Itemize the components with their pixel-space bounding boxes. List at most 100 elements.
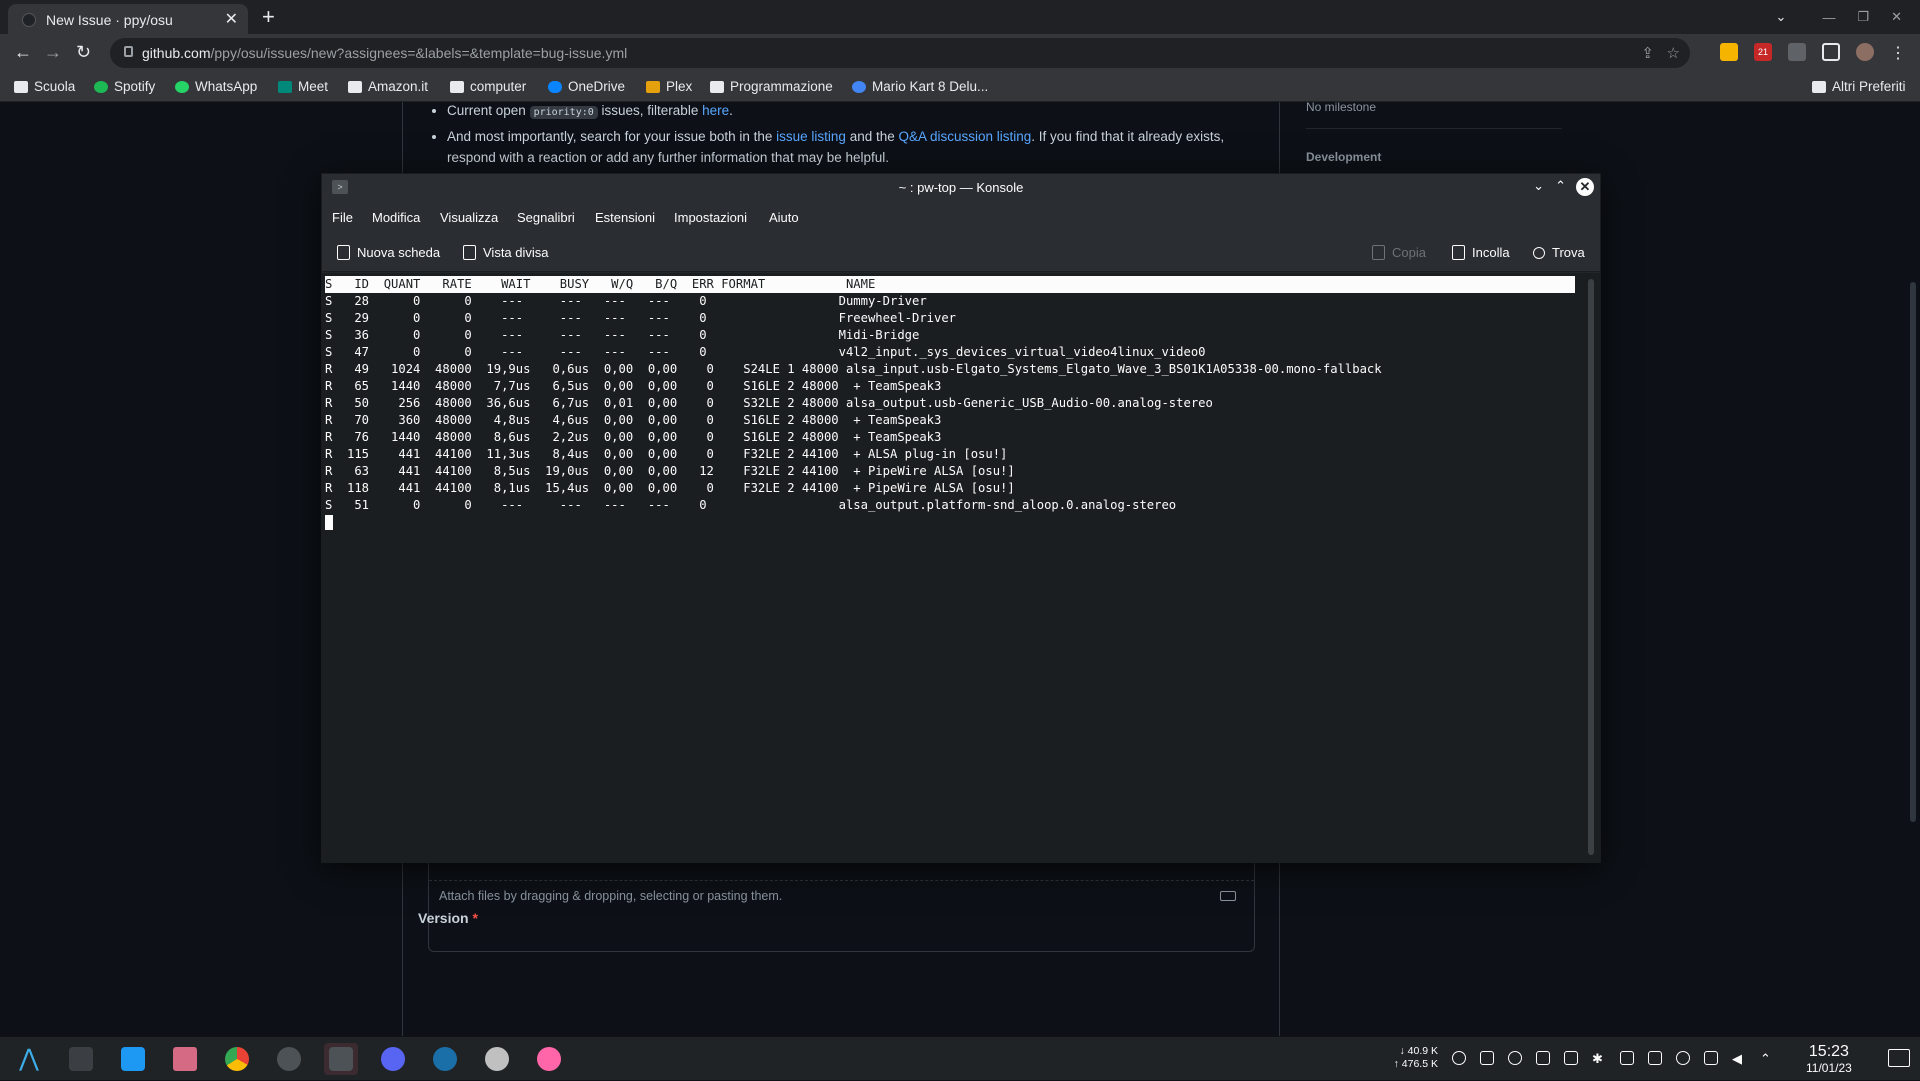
- priority-label-code: priority:0: [529, 106, 598, 119]
- tab-close-icon[interactable]: ✕: [225, 9, 238, 29]
- extensions-puzzle-icon[interactable]: [1788, 43, 1806, 61]
- menu-impostazioni[interactable]: Impostazioni: [674, 210, 747, 225]
- task-chrome[interactable]: [220, 1043, 254, 1075]
- restore-icon[interactable]: ❐: [1857, 9, 1869, 25]
- docker-icon[interactable]: [1536, 1051, 1550, 1065]
- split-view-button[interactable]: Vista divisa: [463, 245, 549, 260]
- storage-icon[interactable]: [1564, 1051, 1578, 1065]
- bookmarks-bar: Scuola Spotify WhatsApp Meet Amazon.it c…: [0, 72, 1920, 102]
- pw-top-header: S ID QUANT RATE WAIT BUSY W/Q B/Q ERR FO…: [325, 276, 1575, 293]
- bookmark-whatsapp[interactable]: WhatsApp: [175, 79, 257, 94]
- bookmark-mario-kart[interactable]: Mario Kart 8 Delu...: [852, 79, 988, 94]
- profile-avatar[interactable]: [1856, 43, 1874, 61]
- task-konsole[interactable]: [324, 1043, 358, 1075]
- folder-icon: [710, 80, 724, 93]
- issue-listing-link[interactable]: issue listing: [776, 129, 846, 144]
- new-tab-button[interactable]: Nuova scheda: [337, 245, 440, 260]
- menu-aiuto[interactable]: Aiuto: [769, 210, 799, 225]
- filter-link[interactable]: here: [702, 103, 729, 118]
- bookmark-star-icon[interactable]: ☆: [1667, 44, 1680, 62]
- network-icon[interactable]: [1704, 1051, 1718, 1065]
- terminal-cursor: [325, 515, 333, 530]
- forward-icon[interactable]: →: [44, 42, 62, 63]
- terminal-view[interactable]: S ID QUANT RATE WAIT BUSY W/Q B/Q ERR FO…: [322, 273, 1600, 863]
- task-vm[interactable]: [480, 1043, 514, 1075]
- address-bar[interactable]: github.com/ppy/osu/issues/new?assignees=…: [110, 38, 1690, 68]
- find-button[interactable]: Trova: [1533, 245, 1585, 260]
- bookmark-programmazione[interactable]: Programmazione: [710, 79, 833, 94]
- network-speed: ↓ 40.9 K ↑ 476.5 K: [1378, 1045, 1438, 1071]
- minimize-icon[interactable]: —: [1822, 10, 1835, 25]
- extension-badge-icon[interactable]: 21: [1754, 43, 1772, 61]
- minimize-icon[interactable]: ⌄: [1533, 178, 1544, 194]
- onedrive-icon: [548, 80, 562, 93]
- bookmark-amazon[interactable]: Amazon.it: [348, 79, 428, 94]
- meet-icon: [278, 80, 292, 93]
- phone-icon[interactable]: [1648, 1051, 1662, 1065]
- battery-icon[interactable]: [1620, 1051, 1634, 1065]
- extension-icon[interactable]: [1720, 43, 1738, 61]
- development-heading[interactable]: Development: [1306, 150, 1381, 164]
- volume-icon[interactable]: ◀: [1732, 1051, 1746, 1066]
- bookmark-spotify[interactable]: Spotify: [94, 79, 155, 94]
- terminal-row: S 51 0 0 --- --- --- --- 0 alsa_output.p…: [325, 498, 1177, 512]
- page-scrollbar[interactable]: [1906, 102, 1920, 1036]
- konsole-window: > ~ : pw-top — Konsole ⌄ ⌃ ✕ File Modifi…: [321, 173, 1601, 863]
- terminal-scrollbar[interactable]: [1588, 279, 1594, 855]
- maximize-icon[interactable]: ⌃: [1555, 178, 1566, 194]
- bookmark-altri-preferiti[interactable]: Altri Preferiti: [1812, 79, 1906, 94]
- konsole-titlebar[interactable]: > ~ : pw-top — Konsole ⌄ ⌃ ✕: [322, 174, 1600, 202]
- menu-segnalibri[interactable]: Segnalibri: [517, 210, 575, 225]
- browser-tabstrip: New Issue · ppy/osu ✕ + ⌄ — ❐ ✕: [0, 0, 1920, 34]
- bookmark-meet[interactable]: Meet: [278, 79, 328, 94]
- konsole-icon: [329, 1047, 353, 1071]
- site-icon: [852, 80, 866, 93]
- settings-icon: [69, 1047, 93, 1071]
- back-icon[interactable]: ←: [14, 42, 32, 63]
- task-discord[interactable]: [376, 1043, 410, 1075]
- show-desktop-icon[interactable]: [1888, 1049, 1910, 1067]
- app-launcher[interactable]: ⋀: [12, 1043, 46, 1075]
- clock[interactable]: 15:23 11/01/23: [1806, 1043, 1852, 1075]
- bluetooth-icon[interactable]: ✱: [1592, 1051, 1606, 1066]
- close-window-icon[interactable]: ✕: [1891, 9, 1902, 25]
- menu-file[interactable]: File: [332, 210, 353, 225]
- notifications-icon[interactable]: [1452, 1051, 1466, 1065]
- paste-button[interactable]: Incolla: [1452, 245, 1510, 260]
- task-store[interactable]: [116, 1043, 150, 1075]
- lock-icon[interactable]: [124, 46, 133, 57]
- terminal-row: R 49 1024 48000 19,9us 0,6us 0,00 0,00 0…: [325, 362, 1382, 376]
- menu-modifica[interactable]: Modifica: [372, 210, 420, 225]
- bookmark-scuola[interactable]: Scuola: [14, 79, 75, 94]
- bookmark-onedrive[interactable]: OneDrive: [548, 79, 625, 94]
- microphone-icon[interactable]: [1676, 1051, 1690, 1065]
- tab-search-icon[interactable]: ⌄: [1776, 9, 1787, 25]
- attach-files-hint[interactable]: Attach files by dragging & dropping, sel…: [439, 889, 782, 903]
- menu-kebab-icon[interactable]: ⋮: [1890, 43, 1906, 62]
- spotify-icon: [94, 80, 108, 93]
- menu-estensioni[interactable]: Estensioni: [595, 210, 655, 225]
- browser-tab-active[interactable]: New Issue · ppy/osu ✕: [8, 4, 248, 34]
- scrollbar-thumb[interactable]: [1910, 282, 1916, 822]
- bookmark-computer[interactable]: computer: [450, 79, 526, 94]
- share-icon[interactable]: ⇪: [1641, 44, 1654, 62]
- task-files[interactable]: [168, 1043, 202, 1075]
- side-panel-icon[interactable]: [1822, 43, 1840, 61]
- task-system-settings[interactable]: [64, 1043, 98, 1075]
- new-tab-button[interactable]: +: [262, 4, 275, 30]
- close-icon[interactable]: ✕: [1576, 178, 1594, 196]
- copy-button[interactable]: Copia: [1372, 245, 1426, 260]
- tray-expand-icon[interactable]: ⌃: [1760, 1051, 1774, 1066]
- steam-tray-icon[interactable]: [1508, 1051, 1522, 1065]
- menu-visualizza[interactable]: Visualizza: [440, 210, 498, 225]
- qa-discussion-link[interactable]: Q&A discussion listing: [898, 129, 1031, 144]
- folder-icon: [14, 80, 28, 93]
- clipboard-icon[interactable]: [1480, 1051, 1494, 1065]
- version-label: Version *: [418, 910, 478, 926]
- bookmark-plex[interactable]: Plex: [646, 79, 692, 94]
- task-steam[interactable]: [428, 1043, 462, 1075]
- reload-icon[interactable]: ↻: [76, 42, 91, 63]
- clock-date: 11/01/23: [1806, 1061, 1852, 1075]
- task-osu[interactable]: [532, 1043, 566, 1075]
- task-headset[interactable]: [272, 1043, 306, 1075]
